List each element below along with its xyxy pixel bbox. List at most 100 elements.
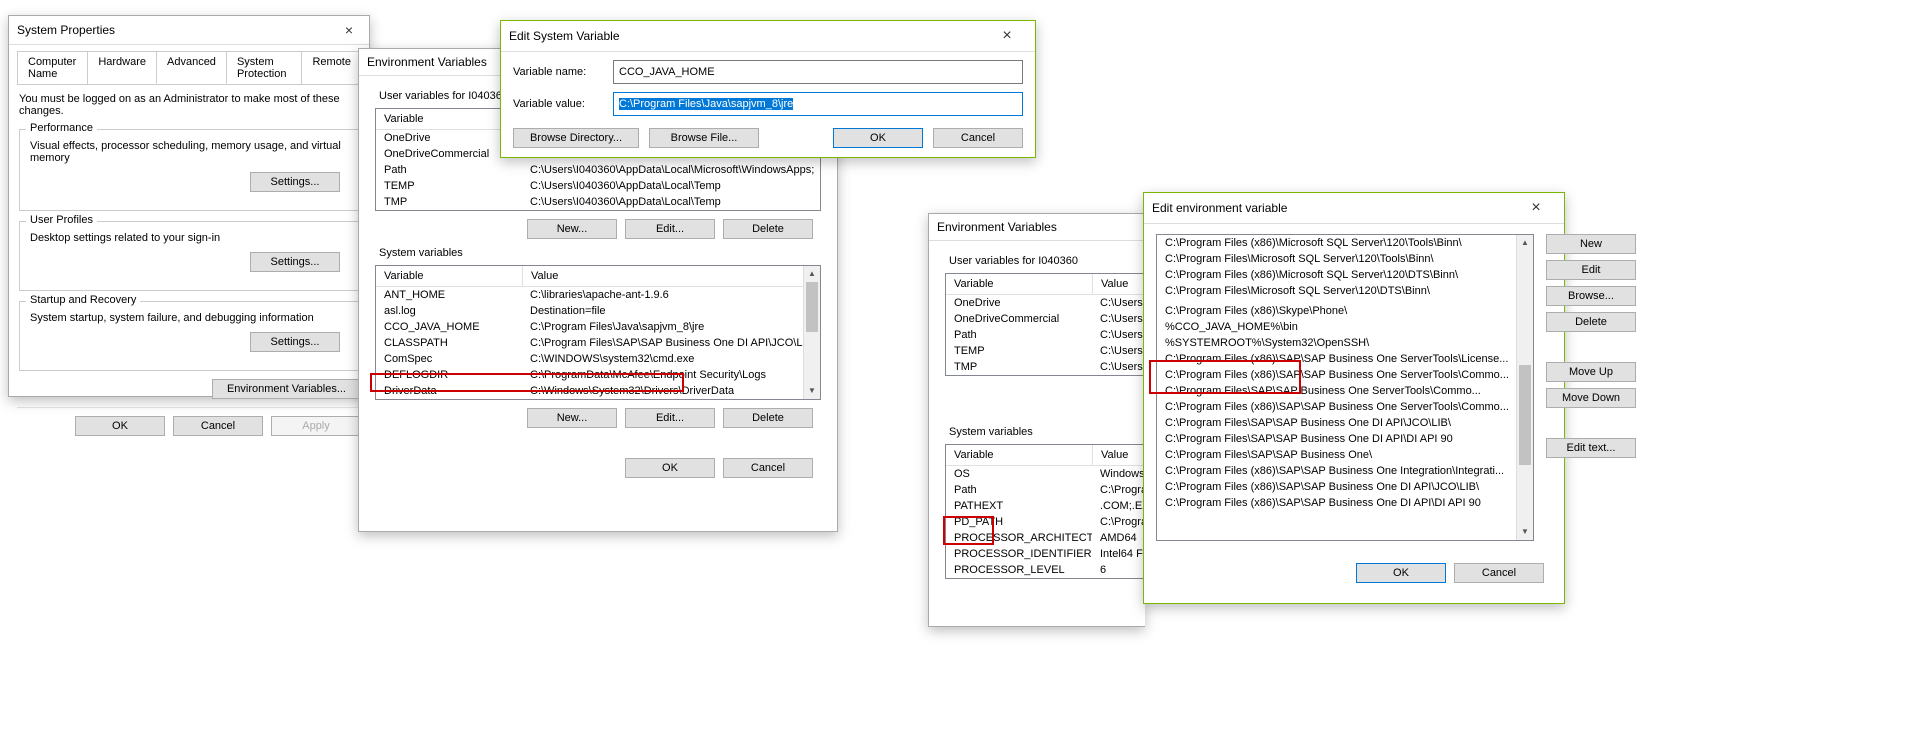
variable-value-input[interactable]: C:\Program Files\Java\sapjvm_8\jre (613, 92, 1023, 116)
environment-variables-button[interactable]: Environment Variables... (212, 379, 361, 399)
table-row[interactable]: TEMPC:\Users\I (946, 343, 1145, 359)
user-profiles-settings-button[interactable]: Settings... (250, 252, 340, 272)
ok-button[interactable]: OK (625, 458, 715, 478)
scroll-down-icon[interactable]: ▼ (804, 383, 820, 399)
ok-button[interactable]: OK (1356, 563, 1446, 583)
table-row[interactable]: DEFLOGDIRC:\ProgramData\McAfee\Endpoint … (376, 367, 804, 383)
startup-section: Startup and Recovery System startup, sys… (19, 301, 359, 371)
edit-text-button[interactable]: Edit text... (1546, 438, 1636, 458)
list-item[interactable]: C:\Program Files\Microsoft SQL Server\12… (1157, 283, 1517, 299)
list-item[interactable]: C:\Program Files (x86)\SAP\SAP Business … (1157, 367, 1517, 383)
browse-file-button[interactable]: Browse File... (649, 128, 759, 148)
var-name: asl.log (376, 303, 522, 319)
table-row[interactable]: PROCESSOR_ARCHITECTUREAMD64 (946, 530, 1145, 546)
table-row[interactable]: PD_PATHC:\Progra (946, 514, 1145, 530)
list-item[interactable]: C:\Program Files\SAP\SAP Business One DI… (1157, 431, 1517, 447)
table-row[interactable]: OSWindows_ (946, 466, 1145, 482)
table-row[interactable]: PROCESSOR_IDENTIFIERIntel64 Fa (946, 546, 1145, 562)
table-row[interactable]: PATHEXT.COM;.EX (946, 498, 1145, 514)
titlebar: Environment Variables (929, 214, 1145, 241)
table-row[interactable]: OneDriveC:\Users\I (946, 295, 1145, 311)
scroll-down-icon[interactable]: ▼ (1517, 524, 1533, 540)
move-up-button[interactable]: Move Up (1546, 362, 1636, 382)
variable-name-input[interactable] (613, 60, 1023, 84)
var-name: PROCESSOR_LEVEL (946, 562, 1092, 578)
browse-directory-button[interactable]: Browse Directory... (513, 128, 639, 148)
table-row[interactable]: TMPC:\Users\I040360\AppData\Local\Temp (376, 194, 820, 210)
system-variables-table[interactable]: Variable Value OSWindows_PathC:\PrograPA… (945, 444, 1145, 579)
list-item[interactable]: %CCO_JAVA_HOME%\bin (1157, 319, 1517, 335)
cancel-button[interactable]: Cancel (723, 458, 813, 478)
cancel-button[interactable]: Cancel (933, 128, 1023, 148)
scrollbar[interactable]: ▲ ▼ (803, 266, 820, 399)
scroll-thumb[interactable] (1519, 365, 1531, 465)
user-edit-button[interactable]: Edit... (625, 219, 715, 239)
table-row[interactable]: PathC:\Users\I (946, 327, 1145, 343)
list-item[interactable]: C:\Program Files (x86)\Skype\Phone\ (1157, 303, 1517, 319)
table-row[interactable]: TEMPC:\Users\I040360\AppData\Local\Temp (376, 178, 820, 194)
tab-advanced[interactable]: Advanced (156, 51, 227, 84)
user-new-button[interactable]: New... (527, 219, 617, 239)
var-value: C:\Progra (1092, 514, 1145, 530)
sys-edit-button[interactable]: Edit... (625, 408, 715, 428)
sys-delete-button[interactable]: Delete (723, 408, 813, 428)
ok-button[interactable]: OK (75, 416, 165, 436)
list-item[interactable]: C:\Program Files\SAP\SAP Business One\ (1157, 447, 1517, 463)
scroll-up-icon[interactable]: ▲ (1517, 235, 1533, 251)
apply-button[interactable]: Apply (271, 416, 361, 436)
edit-button[interactable]: Edit (1546, 260, 1636, 280)
table-row[interactable]: PathC:\Users\I040360\AppData\Local\Micro… (376, 162, 820, 178)
ok-button[interactable]: OK (833, 128, 923, 148)
close-icon[interactable]: × (337, 22, 361, 38)
list-item[interactable]: C:\Program Files (x86)\Microsoft SQL Ser… (1157, 267, 1517, 283)
list-item[interactable]: C:\Program Files (x86)\SAP\SAP Business … (1157, 351, 1517, 367)
user-profiles-section: User Profiles Desktop settings related t… (19, 221, 359, 291)
table-row[interactable]: asl.logDestination=file (376, 303, 804, 319)
cancel-button[interactable]: Cancel (1454, 563, 1544, 583)
tab-hardware[interactable]: Hardware (87, 51, 157, 84)
path-listbox[interactable]: C:\Program Files (x86)\Microsoft SQL Ser… (1156, 234, 1534, 541)
list-item[interactable]: C:\Program Files (x86)\SAP\SAP Business … (1157, 495, 1517, 511)
list-item[interactable]: C:\Program Files\SAP\SAP Business One Se… (1157, 383, 1517, 399)
browse-button[interactable]: Browse... (1546, 286, 1636, 306)
tab-system-protection[interactable]: System Protection (226, 51, 303, 84)
var-name: TMP (376, 194, 522, 210)
move-down-button[interactable]: Move Down (1546, 388, 1636, 408)
table-row[interactable]: CCO_JAVA_HOMEC:\Program Files\Java\sapjv… (376, 319, 804, 335)
var-value: C:\libraries\apache-ant-1.9.6 (522, 287, 804, 303)
sys-new-button[interactable]: New... (527, 408, 617, 428)
table-row[interactable]: DriverDataC:\Windows\System32\Drivers\Dr… (376, 383, 804, 399)
list-item[interactable]: C:\Program Files (x86)\Microsoft SQL Ser… (1157, 235, 1517, 251)
table-row[interactable]: PROCESSOR_LEVEL6 (946, 562, 1145, 578)
cancel-button[interactable]: Cancel (173, 416, 263, 436)
list-item[interactable]: C:\Program Files (x86)\SAP\SAP Business … (1157, 399, 1517, 415)
user-delete-button[interactable]: Delete (723, 219, 813, 239)
list-item[interactable]: C:\Program Files (x86)\SAP\SAP Business … (1157, 479, 1517, 495)
tab-computer-name[interactable]: Computer Name (17, 51, 88, 84)
tab-remote[interactable]: Remote (301, 51, 362, 84)
table-row[interactable]: ComSpecC:\WINDOWS\system32\cmd.exe (376, 351, 804, 367)
list-item[interactable]: C:\Program Files (x86)\SAP\SAP Business … (1157, 463, 1517, 479)
list-item[interactable]: C:\Program Files\SAP\SAP Business One DI… (1157, 415, 1517, 431)
scroll-up-icon[interactable]: ▲ (804, 266, 820, 282)
list-item[interactable]: %SYSTEMROOT%\System32\OpenSSH\ (1157, 335, 1517, 351)
scroll-thumb[interactable] (806, 282, 818, 332)
scrollbar[interactable]: ▲ ▼ (1516, 235, 1533, 540)
close-icon[interactable]: × (987, 27, 1027, 45)
var-name: PATHEXT (946, 498, 1092, 514)
system-variables-table[interactable]: Variable Value ANT_HOMEC:\libraries\apac… (375, 265, 821, 400)
new-button[interactable]: New (1546, 234, 1636, 254)
table-row[interactable]: TMPC:\Users\I (946, 359, 1145, 375)
list-item[interactable]: C:\Program Files\Microsoft SQL Server\12… (1157, 251, 1517, 267)
close-icon[interactable]: × (1516, 199, 1556, 217)
delete-button[interactable]: Delete (1546, 312, 1636, 332)
user-vars-body: OneDriveC:\Users\IOneDriveCommercialC:\U… (946, 295, 1145, 375)
table-row[interactable]: ANT_HOMEC:\libraries\apache-ant-1.9.6 (376, 287, 804, 303)
performance-settings-button[interactable]: Settings... (250, 172, 340, 192)
table-row[interactable]: PathC:\Progra (946, 482, 1145, 498)
user-variables-table[interactable]: Variable Value OneDriveC:\Users\IOneDriv… (945, 273, 1145, 376)
startup-settings-button[interactable]: Settings... (250, 332, 340, 352)
var-name: CCO_JAVA_HOME (376, 319, 522, 335)
table-row[interactable]: OneDriveCommercialC:\Users\I (946, 311, 1145, 327)
table-row[interactable]: CLASSPATHC:\Program Files\SAP\SAP Busine… (376, 335, 804, 351)
